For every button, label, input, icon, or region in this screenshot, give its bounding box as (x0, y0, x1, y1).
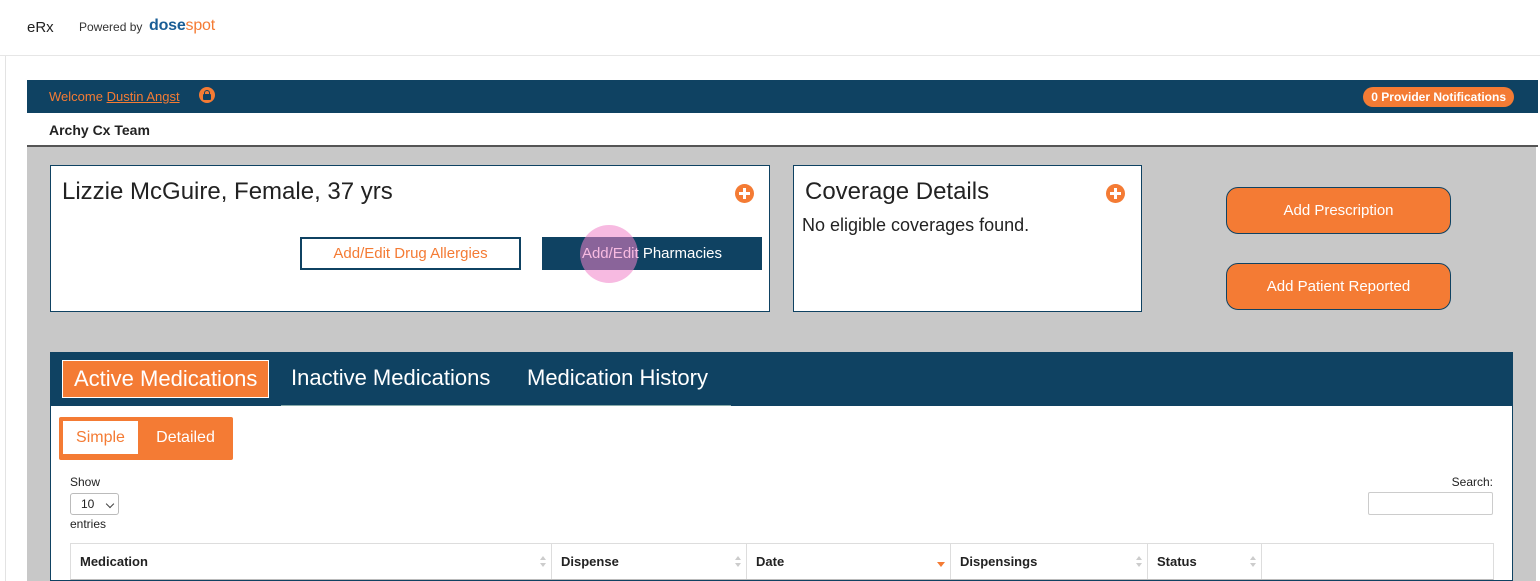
coverage-card: Coverage Details No eligible coverages f… (793, 165, 1142, 312)
coverage-message: No eligible coverages found. (802, 215, 1030, 235)
tabs-divider (281, 405, 731, 406)
search-label: Search: (1451, 475, 1493, 489)
show-label: Show (70, 475, 101, 489)
lock-icon[interactable] (199, 87, 215, 103)
team-name: Archy Cx Team (49, 122, 150, 138)
view-toggle: Simple Detailed (59, 417, 233, 460)
powered-by-label: Powered by (79, 20, 143, 34)
edit-drug-allergies-button[interactable]: Add/Edit Drug Allergies (300, 237, 521, 270)
medications-panel: Active Medications Inactive Medications … (50, 352, 1513, 581)
top-header: eRx Powered by dosespot (0, 0, 1540, 56)
welcome-bar: Welcome Dustin Angst 0 Provider Notifica… (27, 80, 1538, 113)
column-date[interactable]: Date (747, 544, 951, 579)
column-label: Status (1157, 554, 1197, 569)
medications-table-header: Medication Dispense Date Dispensings Sta… (70, 543, 1494, 580)
logo-spot-text: spot (185, 17, 216, 34)
simple-view-button[interactable]: Simple (62, 420, 139, 455)
logo-dose-text: dose (149, 17, 186, 34)
column-label: Dispensings (960, 554, 1038, 569)
sort-descending-icon (937, 562, 945, 567)
dosespot-logo: dosespot (149, 17, 215, 35)
medication-tabs: Active Medications Inactive Medications … (51, 353, 1512, 406)
tab-medication-history[interactable]: Medication History (527, 360, 708, 398)
add-patient-reported-button[interactable]: Add Patient Reported (1226, 263, 1451, 310)
add-prescription-button[interactable]: Add Prescription (1226, 187, 1451, 234)
coverage-title: Coverage Details (805, 178, 990, 205)
provider-notifications-badge[interactable]: 0 Provider Notifications (1363, 87, 1514, 107)
tab-inactive-medications[interactable]: Inactive Medications (291, 360, 490, 398)
chevron-down-icon (105, 499, 115, 509)
welcome-message: Welcome Dustin Angst (49, 89, 180, 104)
page-size-select[interactable]: 10 (70, 493, 119, 515)
add-patient-info-icon[interactable] (735, 184, 754, 203)
patient-summary: Lizzie McGuire, Female, 37 yrs (62, 178, 393, 205)
entries-label: entries (70, 517, 107, 531)
edit-pharmacies-button[interactable]: Add/Edit Pharmacies (542, 237, 762, 270)
search-input[interactable] (1368, 492, 1493, 515)
page-size-value: 10 (81, 497, 95, 511)
column-actions (1262, 544, 1493, 579)
column-dispensings[interactable]: Dispensings (951, 544, 1148, 579)
add-coverage-icon[interactable] (1106, 184, 1125, 203)
welcome-prefix: Welcome (49, 89, 103, 104)
tab-active-medications[interactable]: Active Medications (62, 360, 270, 398)
sort-icon (1136, 556, 1142, 568)
user-name-link[interactable]: Dustin Angst (107, 89, 180, 104)
column-label: Date (756, 554, 785, 569)
sort-icon (540, 556, 546, 568)
column-status[interactable]: Status (1148, 544, 1262, 579)
sort-icon (735, 556, 741, 568)
column-label: Medication (80, 554, 148, 569)
column-label: Dispense (561, 554, 619, 569)
column-medication[interactable]: Medication (71, 544, 552, 579)
sort-icon (1250, 556, 1256, 568)
app-title: eRx (27, 19, 54, 36)
team-bar: Archy Cx Team (27, 113, 1538, 147)
patient-card: Lizzie McGuire, Female, 37 yrs Add/Edit … (50, 165, 770, 312)
detailed-view-button[interactable]: Detailed (141, 420, 230, 455)
column-dispense[interactable]: Dispense (552, 544, 747, 579)
